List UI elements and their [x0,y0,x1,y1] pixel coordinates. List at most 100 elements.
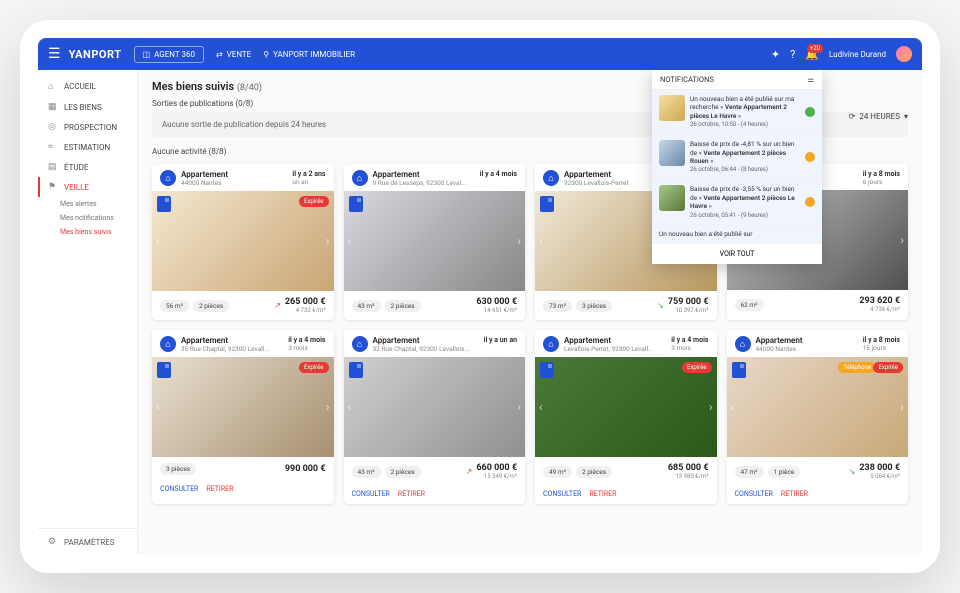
avatar[interactable] [896,46,912,62]
notif-text: Un nouveau bien a été publié sur [659,230,815,238]
sidebar-item-estimation[interactable]: ≈ESTIMATION [38,137,137,157]
bell-icon[interactable]: 🔔+20 [805,48,819,61]
next-image-icon[interactable]: › [326,400,330,414]
sidebar-sub-item[interactable]: Mes notifications [38,211,137,225]
sidebar-label: ÉTUDE [64,163,88,172]
property-chip: 49 m² [543,466,572,478]
property-age: il y a 2 ans [292,170,325,178]
notification-item[interactable]: Baisse de prix de -4,81 % sur un bien de… [652,135,822,180]
consult-button[interactable]: CONSULTER [352,490,390,498]
property-image: ‹› [344,191,526,291]
next-image-icon[interactable]: › [326,234,330,248]
price-per-m2: 10 397 €/m² [668,307,709,314]
document-icon [157,196,171,212]
remove-button[interactable]: RETIRER [398,490,425,498]
expired-badge: Expirée [299,362,329,373]
prev-image-icon[interactable]: ‹ [348,400,352,414]
prev-image-icon[interactable]: ‹ [156,400,160,414]
sidebar-item-étude[interactable]: ▤ ÉTUDE [38,157,137,177]
property-type-icon: ⌂ [160,170,176,186]
next-image-icon[interactable]: › [900,233,904,247]
property-card[interactable]: ⌂AppartementLevallois-Perret, 92300 Leva… [535,330,717,504]
property-address: 44000 Nantes [756,345,858,353]
property-chip: 3 pièces [576,300,612,312]
property-image: TéléphoneExpirée‹› [727,357,909,457]
sidebar-params[interactable]: ⚙PARAMÈTRES [38,528,137,555]
property-card[interactable]: ⌂Appartement35 Rue Chaptal, 92300 Levall… [152,330,334,504]
price-per-m2: 4 732 €/m² [285,307,326,314]
prev-image-icon[interactable]: ‹ [348,234,352,248]
property-card[interactable]: ⌂Appartement9 Rue de Lesseps, 92300 Leva… [344,164,526,320]
next-image-icon[interactable]: › [517,234,521,248]
notif-thumbnail [659,140,685,166]
property-card[interactable]: ⌂Appartement44000 Nantesil y a 8 mois15 … [727,330,909,504]
sidebar-icon: ◎ [48,122,58,132]
sidebar-icon: ▤ [48,162,58,172]
time-filter[interactable]: ⟳ 24 HEURES ▾ [849,112,908,121]
notif-status-dot [805,107,815,117]
prev-image-icon[interactable]: ‹ [539,400,543,414]
property-chip: 73 m² [543,300,572,312]
property-card[interactable]: ⌂ Appartement44000 Nantes il y a 2 ansun a… [152,164,334,320]
property-sub: 15 jours [863,344,900,352]
notifications-settings-icon[interactable]: ⚌ [807,75,814,84]
sidebar-sub-item[interactable]: Mes alertes [38,197,137,211]
property-chip: 62 m² [735,299,764,311]
property-price: 660 000 € [476,463,517,473]
sidebar-item-les biens[interactable]: ▦LES BIENS [38,97,137,117]
property-age: il y a 4 mois [288,336,325,344]
notif-status-dot [805,197,815,207]
consult-button[interactable]: CONSULTER [735,490,773,498]
sidebar-sub-item[interactable]: Mes biens suivis [38,225,137,239]
sidebar-item-accueil[interactable]: ⌂ACCUEIL [38,76,137,97]
property-type: Appartement [564,336,666,345]
property-card[interactable]: ⌂Appartement32 Rue Chaptal, 92300 Levall… [344,330,526,504]
notif-text: Baisse de prix de -3,55 % sur un bien de… [690,185,800,219]
next-image-icon[interactable]: › [517,400,521,414]
notif-thumbnail [659,95,685,121]
sidebar-icon: ⚑ [48,182,58,192]
property-image: Expirée ‹ › [152,357,334,457]
sidebar-item-veille[interactable]: ⚑VEILLE [38,177,137,197]
remove-button[interactable]: RETIRER [589,490,616,498]
remove-button[interactable]: RETIRER [781,490,808,498]
prev-image-icon[interactable]: ‹ [731,400,735,414]
price-per-m2: 14 651 €/m² [476,307,517,314]
property-price: 990 000 € [285,464,326,474]
agent-360-button[interactable]: ◫ AGENT 360 [134,46,204,63]
property-address: 9 Rue de Lesseps, 92300 Leval... [373,179,475,187]
notification-item[interactable]: Baisse de prix de -3,55 % sur un bien de… [652,180,822,225]
nav-vente[interactable]: ⇄ VENTE [216,50,251,59]
property-type: Appartement [181,170,287,179]
consult-button[interactable]: CONSULTER [160,485,198,493]
remove-button[interactable]: RETIRER [206,485,233,493]
sidebar-item-prospection[interactable]: ◎PROSPECTION [38,117,137,137]
sidebar-icon: ⌂ [48,81,58,92]
property-type: Appartement [181,336,283,345]
wand-icon[interactable]: ✦ [771,48,780,61]
property-price: 685 000 € [668,463,709,473]
page-count: (8/40) [237,83,262,93]
price-per-m2: 15 349 €/m² [476,473,517,480]
property-sub: un an [292,178,325,186]
document-icon [349,196,363,212]
user-name[interactable]: Ludivine Durand [829,50,886,59]
consult-button[interactable]: CONSULTER [543,490,581,498]
property-chip: 3 pièces [160,463,196,475]
menu-icon[interactable]: ☰ [48,46,61,62]
next-image-icon[interactable]: › [709,400,713,414]
property-image: Expirée‹› [535,357,717,457]
next-image-icon[interactable]: › [900,400,904,414]
nav-company[interactable]: ⚲ YANPORT IMMOBILIER [263,50,355,59]
notification-item[interactable]: Un nouveau bien a été publié sur ma rech… [652,90,822,135]
property-address: 44000 Nantes [181,179,287,187]
property-address: Levallois-Perret, 92300 Levall... [564,345,666,353]
expired-badge: Expirée [299,196,329,207]
prev-image-icon[interactable]: ‹ [539,234,543,248]
prev-image-icon[interactable]: ‹ [156,234,160,248]
notifications-view-all[interactable]: VOIR TOUT [652,244,822,264]
help-icon[interactable]: ? [790,48,795,61]
document-icon [349,362,363,378]
nav-vente-label: VENTE [227,50,252,59]
notif-text: Baisse de prix de -4,81 % sur un bien de… [690,140,800,174]
